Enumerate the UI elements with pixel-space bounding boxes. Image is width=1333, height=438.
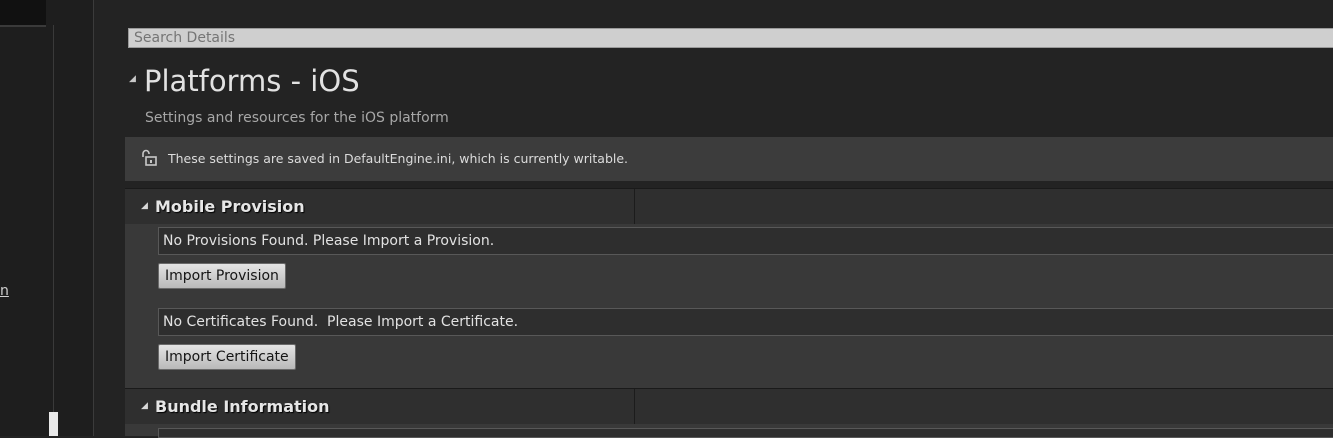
left-panel-scrollbar-thumb[interactable] [49, 412, 58, 436]
collapse-arrow-icon[interactable]: ◢ [141, 201, 148, 211]
config-notice-text: These settings are saved in DefaultEngin… [168, 151, 629, 166]
category-title: Bundle Information [155, 397, 330, 416]
page-subtitle: Settings and resources for the iOS platf… [145, 110, 449, 126]
collapse-arrow-icon[interactable]: ◢ [129, 74, 136, 84]
import-certificate-button[interactable]: Import Certificate [158, 344, 296, 370]
category-title: Mobile Provision [155, 197, 305, 216]
category-header-mobile-provision[interactable]: ◢ Mobile Provision [125, 188, 1333, 224]
column-divider[interactable] [634, 189, 635, 224]
import-provision-button[interactable]: Import Provision [158, 263, 286, 289]
unlocked-padlock-icon [142, 149, 157, 166]
page-title: Platforms - iOS [144, 64, 360, 98]
collapse-arrow-icon[interactable]: ◢ [141, 401, 148, 411]
provisions-status-box: No Provisions Found. Please Import a Pro… [158, 227, 1333, 255]
left-panel-item-label[interactable]: n [0, 283, 9, 299]
column-divider[interactable] [634, 389, 635, 424]
category-header-bundle-information[interactable]: ◢ Bundle Information [125, 388, 1333, 424]
left-panel-divider [53, 25, 54, 436]
left-panel-tab[interactable] [0, 0, 46, 27]
left-panel: n [0, 0, 93, 436]
search-details-input[interactable] [128, 28, 1333, 48]
certificates-status-box: No Certificates Found. Please Import a C… [158, 308, 1333, 336]
bundle-field-box[interactable] [158, 428, 1333, 438]
panel-splitter[interactable] [93, 0, 94, 436]
